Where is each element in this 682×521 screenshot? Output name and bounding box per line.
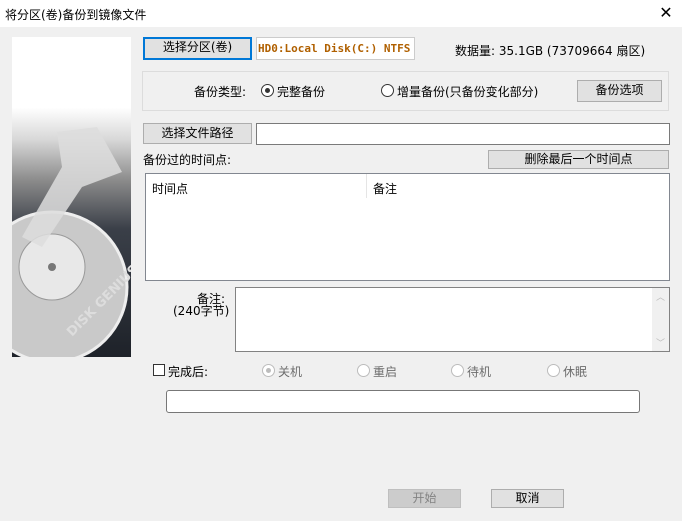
after-finish-checkbox[interactable] bbox=[153, 364, 165, 376]
close-icon[interactable]: ✕ bbox=[656, 3, 676, 23]
select-partition-button[interactable]: 选择分区(卷) bbox=[143, 37, 252, 60]
standby-label: 待机 bbox=[467, 365, 492, 379]
column-header-time[interactable]: 时间点 bbox=[146, 174, 367, 198]
start-button[interactable]: 开始 bbox=[388, 489, 461, 508]
restart-radio[interactable] bbox=[357, 364, 370, 377]
cancel-button[interactable]: 取消 bbox=[491, 489, 564, 508]
disk-genius-image: DISK GENIUS bbox=[12, 37, 131, 357]
shutdown-radio[interactable] bbox=[262, 364, 275, 377]
standby-radio[interactable] bbox=[451, 364, 464, 377]
column-header-note-label: 备注 bbox=[373, 182, 398, 196]
hibernate-label: 休眠 bbox=[563, 365, 588, 379]
incremental-backup-label[interactable]: 增量备份(只备份变化部分) bbox=[397, 83, 538, 100]
path-input[interactable] bbox=[256, 123, 670, 145]
column-header-note[interactable]: 备注 bbox=[367, 174, 667, 198]
partition-display: HD0:Local Disk(C:) NTFS bbox=[256, 37, 415, 60]
scroll-down-icon[interactable]: ﹀ bbox=[656, 336, 665, 349]
after-finish-label[interactable]: 完成后: bbox=[168, 363, 208, 380]
column-header-time-label: 时间点 bbox=[152, 182, 189, 196]
timepoints-list[interactable]: 时间点 备注 bbox=[145, 173, 670, 281]
note-textarea[interactable]: ︿ ﹀ bbox=[235, 287, 670, 352]
data-size: 数据量: 35.1GB (73709664 扇区) bbox=[455, 44, 646, 58]
hibernate-radio[interactable] bbox=[547, 364, 560, 377]
title-bar: 将分区(卷)备份到镜像文件 ✕ bbox=[0, 0, 682, 27]
backup-options-button[interactable]: 备份选项 bbox=[577, 80, 662, 102]
delete-last-timepoint-button[interactable]: 删除最后一个时间点 bbox=[488, 150, 669, 169]
backup-type-label: 备份类型: bbox=[194, 85, 247, 99]
progress-bar bbox=[166, 390, 640, 413]
incremental-backup-radio[interactable] bbox=[381, 84, 394, 97]
restart-label: 重启 bbox=[373, 365, 398, 379]
note-scrollbar[interactable]: ︿ ﹀ bbox=[652, 288, 669, 351]
full-backup-radio[interactable] bbox=[261, 84, 274, 97]
note-limit-label: (240字节) bbox=[173, 304, 230, 318]
full-backup-label[interactable]: 完整备份 bbox=[277, 83, 325, 100]
window-title: 将分区(卷)备份到镜像文件 bbox=[5, 8, 147, 22]
shutdown-label: 关机 bbox=[278, 365, 303, 379]
select-path-button[interactable]: 选择文件路径 bbox=[143, 123, 252, 144]
timepoints-label: 备份过的时间点: bbox=[143, 153, 232, 167]
scroll-up-icon[interactable]: ︿ bbox=[656, 290, 665, 303]
